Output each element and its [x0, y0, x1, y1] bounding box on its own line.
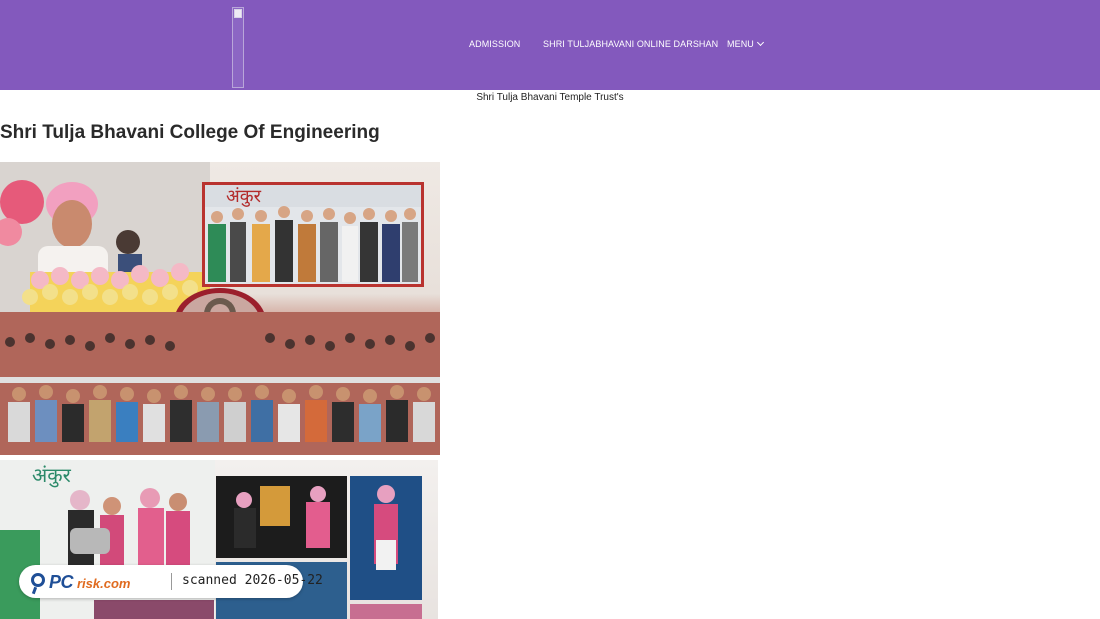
- trust-name: Shri Tulja Bhavani Temple Trust's: [476, 92, 624, 103]
- chevron-down-icon: [756, 38, 764, 47]
- nav-item-admission[interactable]: ADMISSION: [469, 39, 520, 50]
- watermark-brand-pc: PC: [49, 572, 74, 592]
- page-title: Shri Tulja Bhavani College Of Engineerin…: [0, 122, 380, 143]
- watermark-scanned-date: scanned 2026-05-22: [182, 573, 323, 588]
- watermark-brand-risk: risk.com: [77, 576, 131, 591]
- magnifier-icon: [31, 573, 45, 587]
- watermark-divider: [171, 573, 172, 590]
- banner-text: अंकुर: [226, 186, 262, 207]
- pcrisk-watermark: PC risk.com scanned 2026-05-22: [19, 565, 323, 598]
- main-nav: ADMISSION SHRI TULJABHAVANI ONLINE DARSH…: [0, 38, 1100, 53]
- broken-image-icon: [234, 9, 242, 18]
- event-collage-photo: अंकुर: [0, 162, 440, 455]
- banner-text: अंकुर: [32, 463, 72, 488]
- nav-item-menu[interactable]: MENU: [727, 38, 764, 50]
- site-header: ADMISSION SHRI TULJABHAVANI ONLINE DARSH…: [0, 0, 1100, 90]
- nav-item-menu-label: MENU: [727, 39, 754, 49]
- nav-item-online-darshan[interactable]: SHRI TULJABHAVANI ONLINE DARSHAN: [543, 39, 718, 50]
- event-collage-graphic: अंकुर: [0, 162, 440, 455]
